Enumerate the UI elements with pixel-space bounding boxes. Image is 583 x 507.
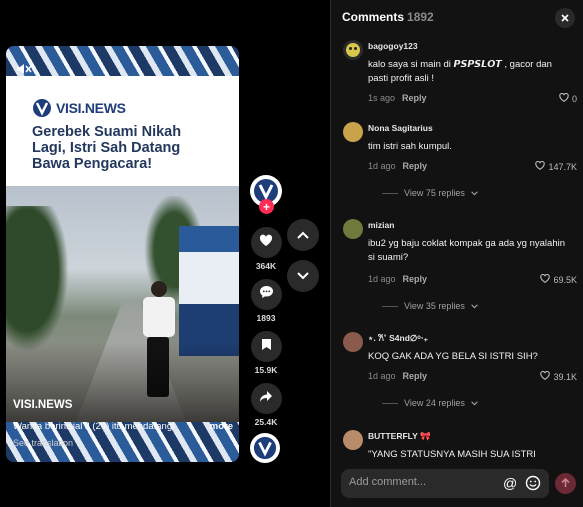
comment-input[interactable] <box>349 476 499 488</box>
follow-button[interactable]: + <box>259 199 274 214</box>
visi-logo-icon <box>32 98 52 118</box>
chevron-down-icon <box>297 267 309 285</box>
comment-meta: 1d ago Reply <box>368 371 427 381</box>
comment-item: BUTTERFLY 🎀 "YANG STATUSNYA MASIH SUA IS… <box>341 430 577 460</box>
comment-username[interactable]: mizian <box>368 220 394 230</box>
chevron-down-icon <box>471 188 478 198</box>
reply-button[interactable]: Reply <box>402 93 427 103</box>
comment-text: KOQ GAK ADA YG BELA SI ISTRI SIH? <box>368 351 538 362</box>
mute-icon[interactable] <box>16 62 32 76</box>
send-button[interactable] <box>555 473 576 494</box>
bookmark-icon <box>261 338 272 356</box>
comment-time: 1s ago <box>368 93 396 103</box>
view-replies-label: View 24 replies <box>404 398 465 408</box>
share-action[interactable]: 25.4K <box>249 383 283 427</box>
video-top-pattern <box>6 46 239 76</box>
comment-text: ibu2 yg baju coklat kompak ga ada yg nya… <box>368 238 565 263</box>
comment-time: 1d ago <box>368 274 396 284</box>
comment-time: 1d ago <box>368 161 396 171</box>
video-description: Wanita berinisial J (29) itu mendatangi … <box>13 421 233 432</box>
comment-count: 1893 <box>256 313 276 323</box>
comment-meta: 1d ago Reply <box>368 161 427 171</box>
comments-panel: Comments 1892 bagogoy123 kalo saya si mai… <box>330 0 583 507</box>
chevron-up-icon <box>297 226 309 244</box>
comment-like-button[interactable]: 0 <box>559 92 577 104</box>
comment-username[interactable]: ⋆. 𐙚˚ S4nd∅ᵒ‧₊ <box>368 333 428 344</box>
save-count: 15.9K <box>254 365 278 375</box>
comment-meta: 1d ago Reply <box>368 274 427 284</box>
comment-item: ⋆. 𐙚˚ S4nd∅ᵒ‧₊ KOQ GAK ADA YG BELA SI IS… <box>341 332 577 412</box>
comment-text: tim istri sah kumpul. <box>368 141 452 152</box>
music-avatar[interactable] <box>250 433 280 463</box>
next-video-button[interactable] <box>287 260 319 292</box>
heart-outline-icon <box>559 92 569 104</box>
share-count: 25.4K <box>254 417 278 427</box>
avatar[interactable] <box>343 430 363 450</box>
arrow-up-icon <box>561 475 570 493</box>
comment-item: mizian ibu2 yg baju coklat kompak ga ada… <box>341 219 577 314</box>
comment-action[interactable]: 1893 <box>249 279 283 323</box>
heart-outline-icon <box>540 370 551 382</box>
share-icon <box>259 390 273 408</box>
view-replies-button[interactable]: View 24 replies <box>382 398 478 408</box>
chevron-down-icon <box>471 398 478 408</box>
previous-video-button[interactable] <box>287 219 319 251</box>
avatar[interactable] <box>343 122 363 142</box>
video-player[interactable]: VISI.NEWS Gerebek Suami Nikah Lagi, Istr… <box>6 46 239 462</box>
comment-username[interactable]: bagogoy123 <box>368 41 418 51</box>
comment-input-bar: @ <box>341 469 549 498</box>
brand: VISI.NEWS <box>32 98 217 118</box>
video-headline: Gerebek Suami Nikah Lagi, Istri Sah Data… <box>32 124 182 172</box>
close-comments-button[interactable] <box>555 8 575 28</box>
comments-count: 1892 <box>407 10 434 24</box>
view-replies-button[interactable]: View 35 replies <box>382 301 478 311</box>
comment-username[interactable]: BUTTERFLY 🎀 <box>368 431 431 442</box>
view-replies-label: View 75 replies <box>404 188 465 198</box>
headline-card: VISI.NEWS Gerebek Suami Nikah Lagi, Istr… <box>6 76 239 186</box>
comment-like-count: 69.5K <box>553 274 577 285</box>
avatar[interactable] <box>343 219 363 239</box>
comment-like-count: 39.1K <box>553 371 577 382</box>
comment-username[interactable]: Nona Sagitarius <box>368 123 433 133</box>
comment-like-button[interactable]: 147.7K <box>535 160 577 172</box>
reply-button[interactable]: Reply <box>403 161 428 171</box>
avatar[interactable] <box>343 332 363 352</box>
description-text: Wanita berinisial J (29) itu mendatangi <box>13 421 175 432</box>
comment-item: Nona Sagitarius tim istri sah kumpul. 1d… <box>341 122 577 202</box>
avatar[interactable] <box>343 40 363 60</box>
video-area: VISI.NEWS Gerebek Suami Nikah Lagi, Istr… <box>0 0 330 507</box>
tent <box>179 226 239 356</box>
heart-icon <box>259 234 273 252</box>
see-translation-link[interactable]: See translation <box>13 438 73 448</box>
comment-time: 1d ago <box>368 371 396 381</box>
comment-like-button[interactable]: 69.5K <box>540 273 577 285</box>
view-replies-label: View 35 replies <box>404 301 465 311</box>
comment-icon <box>259 285 274 304</box>
comment-item: bagogoy123 kalo saya si main di 𝙋𝙎𝙋𝙎𝙇𝙊𝙏 … <box>341 40 577 110</box>
reply-button[interactable]: Reply <box>403 371 428 381</box>
comment-like-button[interactable]: 39.1K <box>540 370 577 382</box>
close-icon <box>561 9 569 27</box>
comments-title: Comments <box>342 10 405 24</box>
like-action[interactable]: 364K <box>249 227 283 271</box>
more-link[interactable]: more <box>210 421 233 432</box>
heart-outline-icon <box>535 160 546 172</box>
mention-icon[interactable]: @ <box>503 475 517 491</box>
chevron-down-icon <box>471 301 478 311</box>
comment-like-count: 0 <box>571 93 577 104</box>
save-action[interactable]: 15.9K <box>249 331 283 375</box>
reply-button[interactable]: Reply <box>403 274 428 284</box>
comment-text: "YANG STATUSNYA MASIH SUA ISTRI <box>368 449 536 460</box>
heart-outline-icon <box>540 273 551 285</box>
comment-like-count: 147.7K <box>548 161 577 172</box>
comments-header: Comments 1892 <box>342 10 434 24</box>
emoji-icon[interactable] <box>525 475 541 491</box>
brand-name: VISI.NEWS <box>56 100 126 116</box>
comment-text: kalo saya si main di 𝙋𝙎𝙋𝙎𝙇𝙊𝙏 , gacor dan… <box>368 59 552 84</box>
like-count: 364K <box>255 261 277 271</box>
comment-meta: 1s ago Reply <box>368 93 427 103</box>
view-replies-button[interactable]: View 75 replies <box>382 188 478 198</box>
video-author[interactable]: VISI.NEWS <box>13 399 72 411</box>
